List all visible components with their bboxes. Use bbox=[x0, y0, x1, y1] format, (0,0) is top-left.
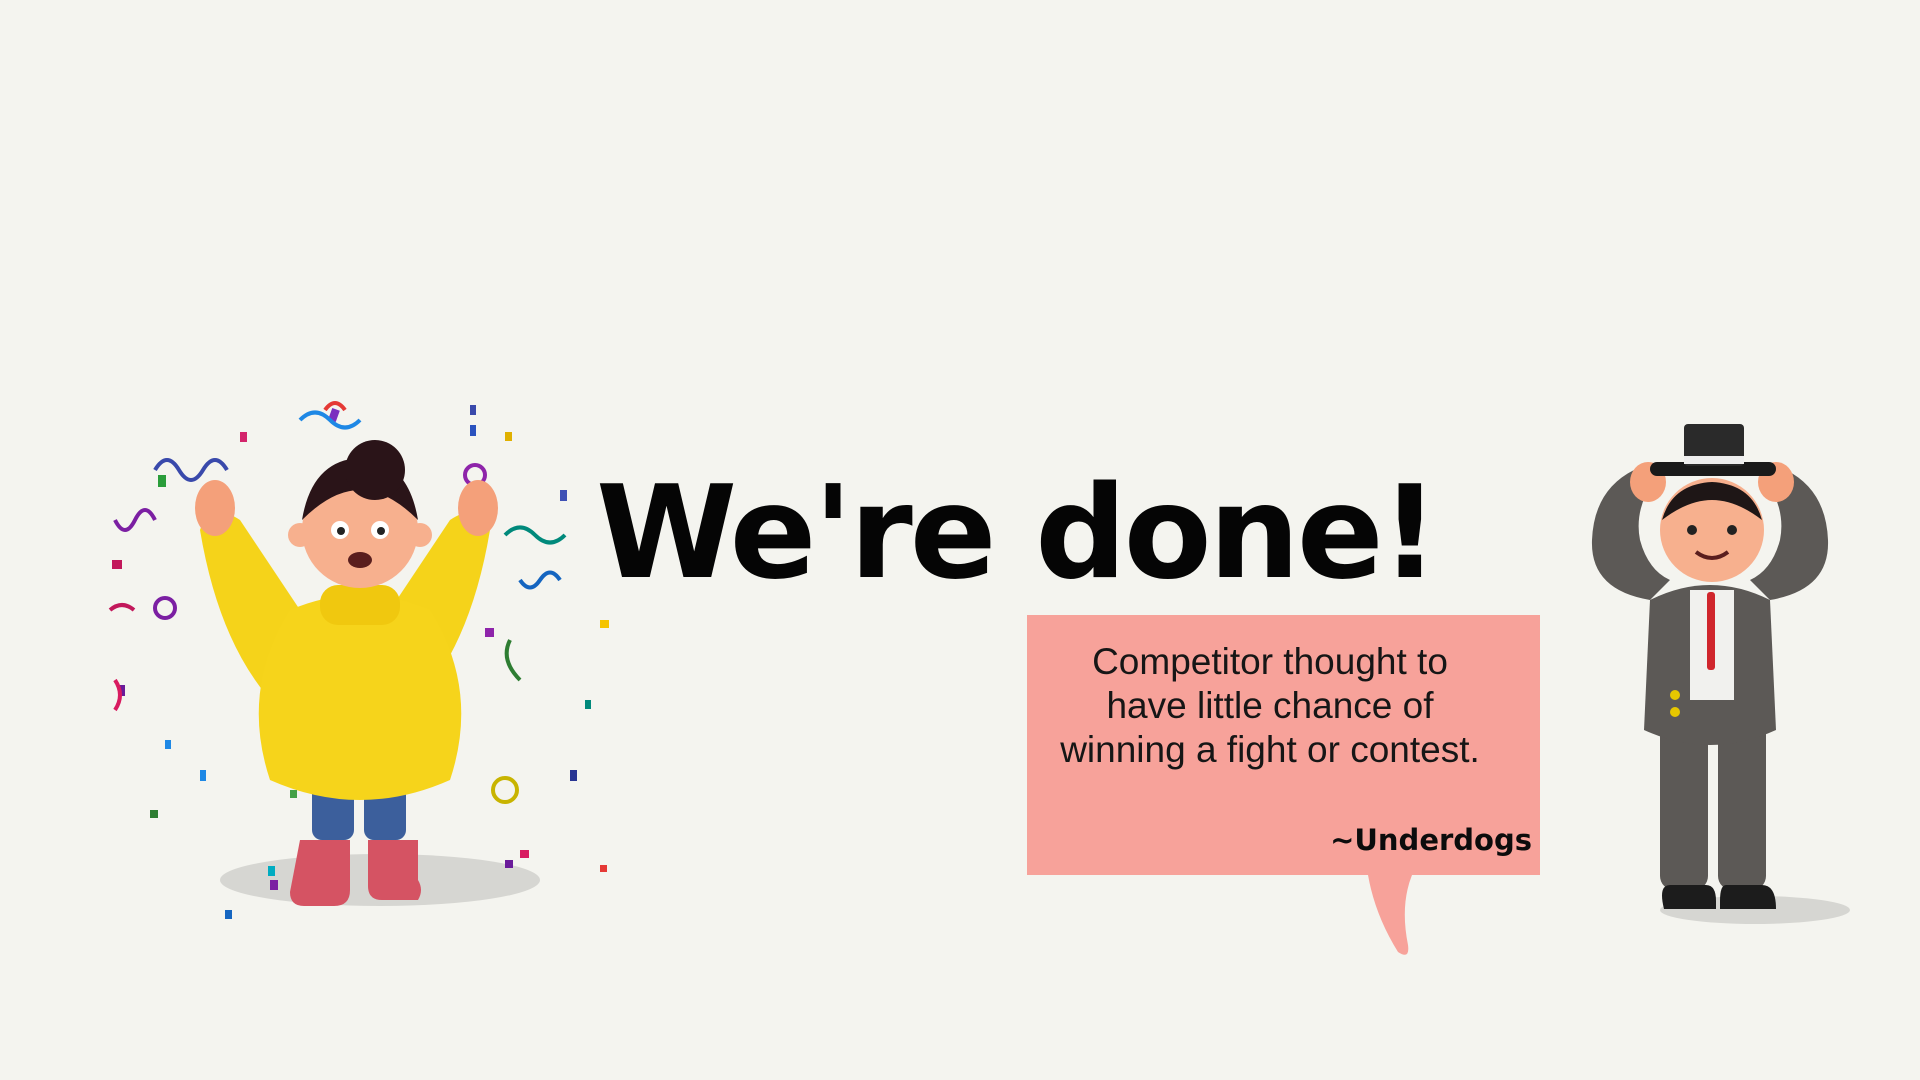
quote-text: Competitor thought to have little chance… bbox=[1060, 641, 1480, 770]
speech-bubble bbox=[1027, 615, 1540, 955]
slide: We're done! Competitor thought to have l… bbox=[0, 0, 1920, 1080]
quote-attribution: ~Underdogs bbox=[1330, 823, 1532, 857]
